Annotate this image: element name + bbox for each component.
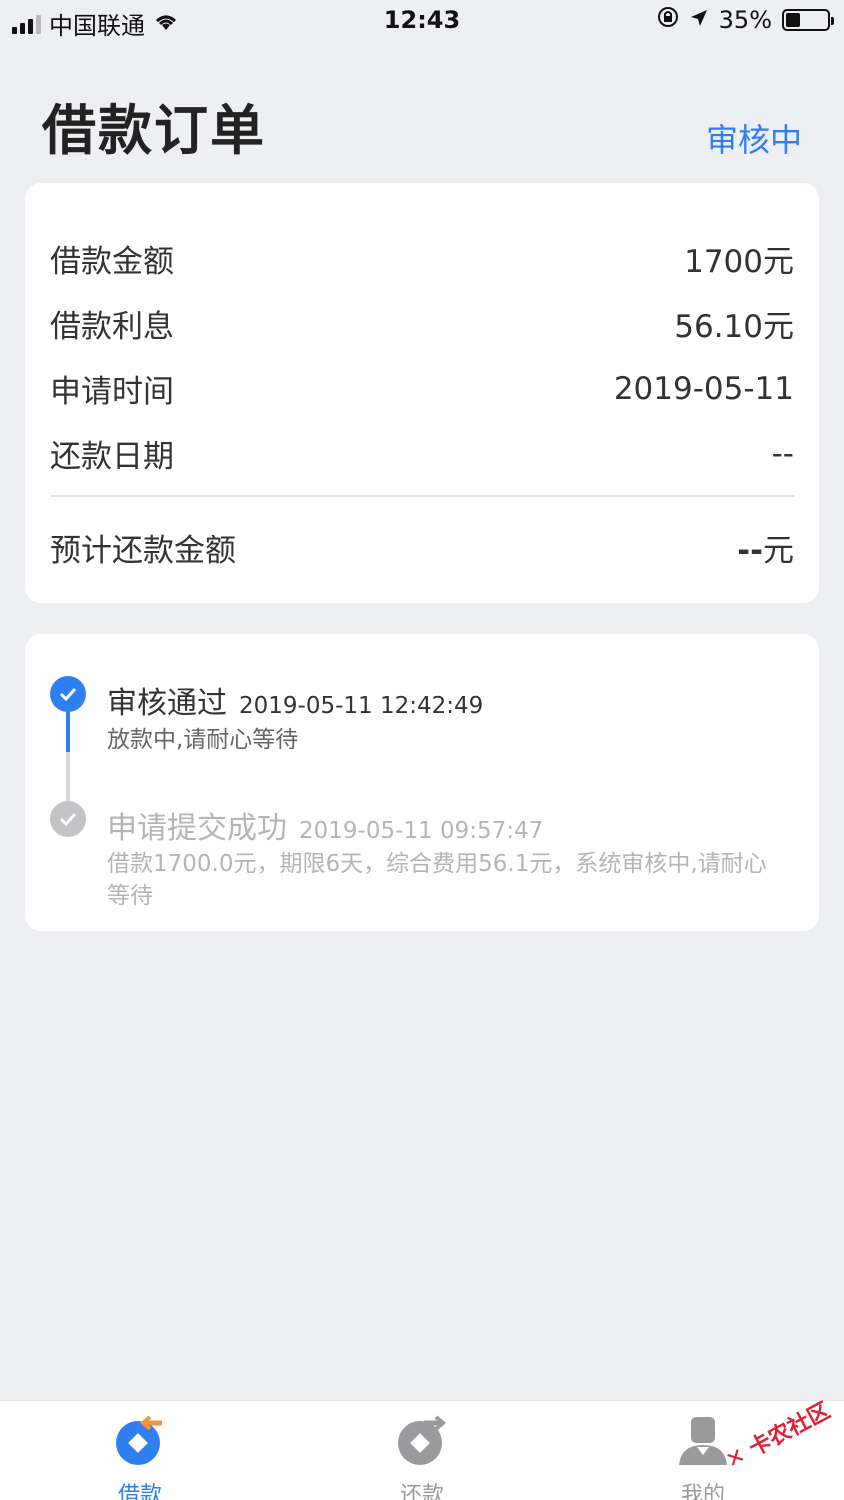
row-value: 56.10元 — [674, 309, 794, 345]
status-bar: 中国联通 12:43 35% — [0, 0, 844, 44]
tab-repay[interactable]: 还款 — [362, 1415, 482, 1500]
row-label: 预计还款金额 — [50, 533, 236, 569]
loan-icon — [114, 1415, 166, 1471]
battery-fill — [786, 13, 800, 27]
loan-info-card: 借款金额 1700元 借款利息 56.10元 申请时间 2019-05-11 还… — [25, 183, 819, 603]
row-loan-amount: 借款金额 1700元 — [50, 236, 794, 281]
row-label: 还款日期 — [50, 439, 174, 475]
timeline-step-submitted: 申请提交成功 2019-05-11 09:57:47 — [107, 803, 543, 847]
profile-icon — [677, 1415, 729, 1471]
tab-label: 借款 — [117, 1483, 162, 1500]
timeline-step-approved: 审核通过 2019-05-11 12:42:49 — [107, 678, 483, 722]
row-value: --元 — [737, 525, 794, 570]
tab-bar: 借款 还款 我的 — [0, 1400, 844, 1500]
tab-loan[interactable]: 借款 — [80, 1415, 200, 1500]
step-title: 审核通过 — [107, 686, 227, 721]
step-description: 放款中,请耐心等待 — [107, 727, 299, 753]
timeline-card: 审核通过 2019-05-11 12:42:49 放款中,请耐心等待 申请提交成… — [25, 634, 819, 931]
check-icon — [50, 801, 86, 837]
divider — [50, 495, 794, 497]
row-repay-date: 还款日期 -- — [50, 431, 794, 476]
row-label: 借款利息 — [50, 309, 174, 345]
location-icon — [689, 6, 709, 34]
row-apply-time: 申请时间 2019-05-11 — [50, 366, 794, 411]
orientation-lock-icon — [657, 6, 679, 34]
step-description: 借款1700.0元，期限6天，综合费用56.1元，系统审核中,请耐心 等待 — [107, 848, 767, 912]
step-title: 申请提交成功 — [107, 811, 287, 846]
timeline-line-active — [66, 709, 70, 752]
tab-label: 还款 — [399, 1483, 444, 1500]
row-expected-repayment: 预计还款金额 --元 — [50, 525, 794, 570]
tab-label: 我的 — [680, 1483, 725, 1500]
desc-line: 借款1700.0元，期限6天，综合费用56.1元，系统审核中,请耐心 — [107, 851, 767, 877]
step-time: 2019-05-11 09:57:47 — [299, 818, 544, 844]
row-label: 申请时间 — [50, 374, 174, 410]
check-icon — [50, 676, 86, 712]
row-value: 1700元 — [684, 244, 794, 280]
order-status[interactable]: 审核中 — [706, 115, 802, 161]
row-loan-interest: 借款利息 56.10元 — [50, 301, 794, 346]
row-label: 借款金额 — [50, 244, 174, 280]
repay-icon — [396, 1415, 448, 1471]
step-time: 2019-05-11 12:42:49 — [239, 693, 484, 719]
battery-percent: 35% — [718, 6, 772, 34]
row-value: -- — [771, 435, 794, 472]
battery-icon — [782, 9, 834, 31]
timeline-line — [66, 752, 70, 807]
desc-line: 等待 — [107, 883, 153, 909]
value-dash: -- — [737, 533, 763, 569]
value-unit: 元 — [763, 533, 794, 569]
page-title: 借款订单 — [42, 99, 266, 162]
row-value: 2019-05-11 — [613, 370, 794, 407]
